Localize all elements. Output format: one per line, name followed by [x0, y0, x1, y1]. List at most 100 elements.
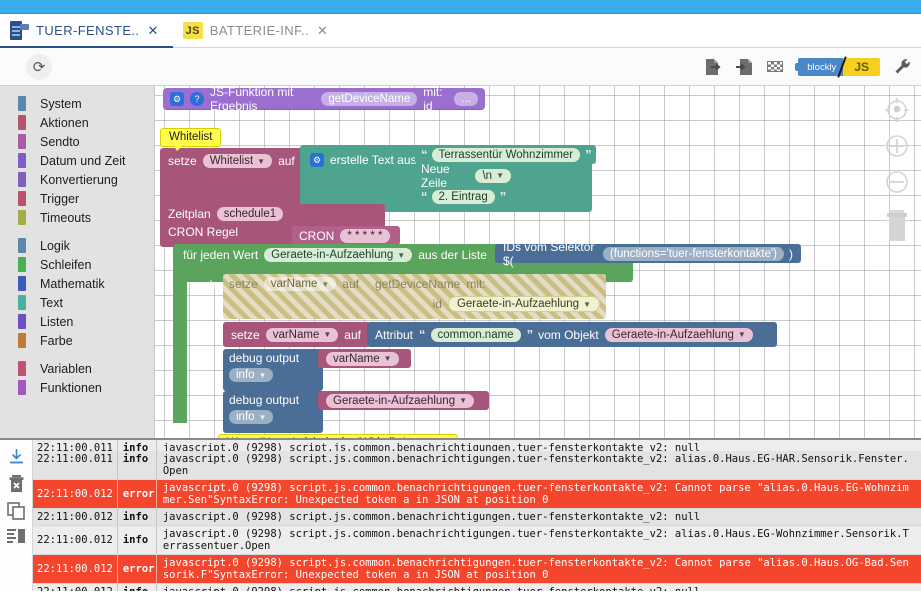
log-level: info: [116, 451, 157, 479]
toolbox-item-konvertierung[interactable]: Konvertierung: [0, 170, 154, 189]
checkered-flag-icon[interactable]: [765, 57, 785, 77]
log-row[interactable]: 22:11:00.011 info javascript.0 (9298) sc…: [33, 440, 921, 451]
zoom-out-icon[interactable]: [881, 166, 913, 198]
close-icon[interactable]: ✕: [147, 23, 158, 39]
debug-level-dropdown[interactable]: info ▼: [229, 368, 274, 382]
block-set-devicename-selected[interactable]: setze varName ▼ auf getDeviceName mit: i…: [223, 274, 606, 319]
block-attribute[interactable]: Attribut “ common.name ” vom Objekt Gera…: [367, 322, 777, 347]
gear-icon[interactable]: ⚙: [310, 153, 324, 167]
newline-dropdown[interactable]: \n ▼: [475, 168, 511, 183]
object-variable-dropdown[interactable]: Geraete-in-Aufzaehlung ▼: [604, 327, 753, 342]
block-debug-output-2[interactable]: debug output info ▼ Geraete-in-Aufzaehlu…: [223, 391, 489, 433]
block-cron[interactable]: CRON * * * * *: [292, 226, 400, 245]
toolbox-item-label: Logik: [40, 238, 70, 253]
toolbox-item-listen[interactable]: Listen: [0, 312, 154, 331]
blockly-workspace[interactable]: ⚙ ? JS-Funktion mit Ergebnis getDeviceNa…: [155, 86, 921, 438]
center-target-icon[interactable]: [881, 94, 913, 126]
newline-value: \n: [482, 169, 493, 182]
chevron-down-icon: ▼: [321, 279, 330, 289]
toolbox-item-aktionen[interactable]: Aktionen: [0, 113, 154, 132]
log-row[interactable]: 22:11:00.012 error javascript.0 (9298) s…: [33, 480, 921, 509]
close-icon[interactable]: ✕: [317, 23, 328, 39]
variable-dropdown-geraete[interactable]: Geraete-in-Aufzaehlung ▼: [326, 393, 475, 408]
variable-dropdown-varname[interactable]: varName ▼: [326, 351, 399, 366]
log-row[interactable]: 22:11:00.012 error javascript.0 (9298) s…: [33, 555, 921, 584]
toolbox-item-sendto[interactable]: Sendto: [0, 132, 154, 151]
copy-icon[interactable]: [7, 502, 25, 520]
tab-tuer-fenster[interactable]: TUER-FENSTE.. ✕: [0, 14, 173, 48]
toolbox-item-trigger[interactable]: Trigger: [0, 189, 154, 208]
debug-level-dropdown[interactable]: info ▼: [229, 410, 274, 424]
toolbox-item-schleifen[interactable]: Schleifen: [0, 255, 154, 274]
id-variable-dropdown[interactable]: Geraete-in-Aufzaehlung ▼: [447, 296, 600, 312]
trash-icon[interactable]: [881, 206, 913, 244]
block-label: id: [432, 297, 442, 311]
block-debug-output-1[interactable]: debug output info ▼ varName ▼: [223, 349, 411, 391]
toolbox-item-variablen[interactable]: Variablen: [0, 359, 154, 378]
toolbox-item-text[interactable]: Text: [0, 293, 154, 312]
variable-dropdown-varname[interactable]: varName ▼: [265, 327, 339, 342]
delete-icon[interactable]: [8, 474, 25, 493]
blockly-js-toggle[interactable]: blockly JS: [795, 56, 880, 78]
help-icon[interactable]: ?: [190, 92, 204, 106]
refresh-button[interactable]: ⟳: [26, 53, 52, 80]
block-newline[interactable]: Neue Zeile \n ▼: [415, 162, 517, 190]
block-variable-geraete[interactable]: Geraete-in-Aufzaehlung ▼: [318, 391, 489, 410]
toolbox-item-timeouts[interactable]: Timeouts: [0, 208, 154, 227]
attribute-name-field[interactable]: common.name: [430, 327, 521, 342]
quote-icon: ”: [585, 147, 591, 162]
wrench-icon[interactable]: [893, 57, 913, 77]
function-name-field[interactable]: getDeviceName: [321, 92, 418, 106]
export-icon[interactable]: [703, 57, 723, 77]
selector-query-field[interactable]: (functions='tuer-fensterkontakte'): [602, 246, 784, 261]
tab-batterie-info[interactable]: JS BATTERIE-INF.. ✕: [173, 14, 343, 47]
block-label: CRON Regel: [168, 225, 239, 239]
toolbox-item-system[interactable]: System: [0, 94, 154, 113]
category-color-swatch: [18, 210, 26, 225]
category-color-swatch: [18, 96, 26, 111]
block-schedule[interactable]: Zeitplan schedule1 CRON Regel CRON * * *…: [160, 204, 400, 247]
log-row[interactable]: 22:11:00.011 info javascript.0 (9298) sc…: [33, 451, 921, 480]
log-row[interactable]: 22:11:00.012 info javascript.0 (9298) sc…: [33, 526, 921, 555]
quote-icon: “: [421, 189, 427, 204]
variable-dropdown-varname[interactable]: varName ▼: [263, 277, 337, 291]
block-label: ): [789, 246, 793, 261]
toolbox-item-datum-und-zeit[interactable]: Datum und Zeit: [0, 151, 154, 170]
cron-expression-field[interactable]: * * * * *: [340, 228, 390, 243]
toggle-js-label: JS: [843, 58, 880, 76]
block-label: debug output: [229, 393, 300, 407]
block-selector[interactable]: IDs vom Selektor $( (functions='tuer-fen…: [495, 240, 801, 268]
toolbox-item-funktionen[interactable]: Funktionen: [0, 378, 154, 397]
schedule-name-field[interactable]: schedule1: [216, 207, 284, 221]
log-row[interactable]: 22:11:00.012 info javascript.0 (9298) sc…: [33, 584, 921, 591]
foreach-variable-dropdown[interactable]: Geraete-in-Aufzaehlung ▼: [264, 248, 413, 262]
text-value-field[interactable]: 2. Eintrag: [431, 189, 495, 204]
toolbox-item-farbe[interactable]: Farbe: [0, 331, 154, 350]
comment-text: Wenn 'Name' nicht in der 'Whitelist': [227, 437, 406, 438]
text-value-field[interactable]: Terrassentür Wohnzimmer: [431, 147, 581, 162]
block-text-string-2[interactable]: “ 2. Eintrag ”: [415, 187, 512, 206]
function-params-field[interactable]: ...: [454, 92, 478, 106]
import-icon[interactable]: [734, 57, 754, 77]
toolbox-item-logik[interactable]: Logik: [0, 236, 154, 255]
block-set-whitelist[interactable]: setze Whitelist ▼ auf: [160, 148, 310, 212]
toolbox-item-mathematik[interactable]: Mathematik: [0, 274, 154, 293]
gear-icon[interactable]: ⚙: [170, 92, 184, 106]
block-variable-varname[interactable]: varName ▼: [318, 349, 411, 368]
log-level: info: [116, 584, 157, 591]
category-color-swatch: [18, 295, 26, 310]
log-rows[interactable]: 22:11:00.011 info javascript.0 (9298) sc…: [33, 440, 921, 591]
block-set-attribute-var[interactable]: setze varName ▼ auf: [223, 322, 370, 347]
toolbox-item-label: System: [40, 96, 82, 111]
category-color-swatch: [18, 333, 26, 348]
block-js-function[interactable]: ⚙ ? JS-Funktion mit Ergebnis getDeviceNa…: [163, 86, 485, 113]
log-row[interactable]: 22:11:00.012 info javascript.0 (9298) sc…: [33, 509, 921, 526]
zoom-in-icon[interactable]: [881, 130, 913, 162]
log-message: javascript.0 (9298) script.js.common.ben…: [162, 528, 909, 552]
list-icon[interactable]: [7, 529, 25, 543]
download-icon[interactable]: [8, 448, 25, 465]
chevron-down-icon: ▼: [737, 330, 746, 339]
block-label: Neue Zeile: [421, 161, 450, 190]
variable-dropdown-whitelist[interactable]: Whitelist ▼: [202, 154, 273, 168]
variable-name: Geraete-in-Aufzaehlung: [456, 298, 580, 310]
